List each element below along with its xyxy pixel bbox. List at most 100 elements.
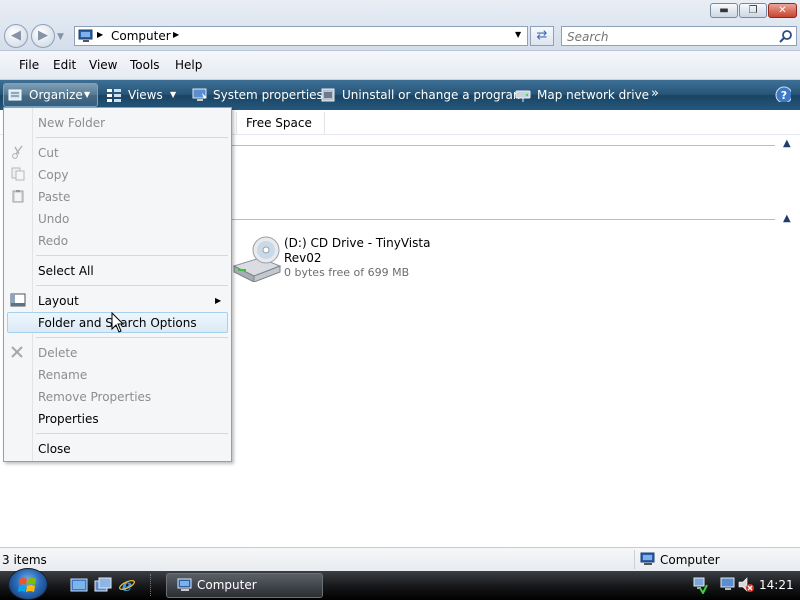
menu-file[interactable]: File <box>19 58 39 72</box>
start-button[interactable] <box>8 568 48 600</box>
menu-remove-properties[interactable]: Remove Properties <box>38 390 151 404</box>
organize-menu: New Folder Cut Copy Paste Undo Redo Sele… <box>3 107 232 462</box>
menu-paste[interactable]: Paste <box>38 190 70 204</box>
status-divider <box>634 550 635 569</box>
organize-dropdown-icon: ▼ <box>84 90 91 99</box>
column-divider <box>236 112 237 134</box>
help-icon[interactable]: ? <box>775 86 791 102</box>
network-icon[interactable] <box>692 577 708 594</box>
group-divider-line <box>232 145 775 146</box>
breadcrumb-computer[interactable]: Computer <box>111 29 171 43</box>
monitor-tray-icon[interactable] <box>720 576 736 593</box>
refresh-icon: ⇄ <box>536 28 548 43</box>
menu-undo[interactable]: Undo <box>38 212 69 226</box>
computer-icon <box>640 552 655 565</box>
taskbar-clock[interactable]: 14:21 <box>759 578 794 592</box>
taskbar-window-computer[interactable]: Computer <box>166 573 323 598</box>
group-divider-line <box>232 219 775 220</box>
status-location: Computer <box>660 553 720 567</box>
mouse-cursor-icon <box>111 312 125 333</box>
uninstall-program-button[interactable]: Uninstall or change a program <box>342 88 525 102</box>
column-divider <box>324 112 325 134</box>
collapse-group-icon[interactable]: ▲ <box>783 138 791 149</box>
uninstall-program-icon <box>321 88 335 102</box>
system-properties-icon <box>192 88 207 101</box>
show-desktop-icon[interactable] <box>70 577 88 594</box>
item-count: 3 items <box>2 553 47 567</box>
search-icon[interactable] <box>779 29 793 43</box>
close-icon: ✕ <box>778 5 787 16</box>
menu-redo[interactable]: Redo <box>38 234 68 248</box>
menu-view[interactable]: View <box>89 58 117 72</box>
forward-arrow-icon: ▶ <box>38 28 48 43</box>
menu-new-folder[interactable]: New Folder <box>38 116 105 130</box>
menu-copy[interactable]: Copy <box>38 168 68 182</box>
refresh-button[interactable]: ⇄ <box>530 26 554 46</box>
status-bar: 3 items Computer <box>0 547 800 572</box>
menu-select-all[interactable]: Select All <box>38 264 94 278</box>
switch-windows-icon[interactable] <box>94 577 112 594</box>
svg-text:?: ? <box>781 89 787 102</box>
menu-separator <box>36 433 228 434</box>
taskbar-grip <box>150 574 154 596</box>
menu-edit[interactable]: Edit <box>53 58 76 72</box>
back-button[interactable]: ◀ <box>4 24 28 48</box>
maximize-button[interactable]: ❐ <box>739 3 767 18</box>
organize-icon <box>8 89 22 101</box>
windows-start-orb <box>18 578 36 592</box>
cd-drive-icon <box>232 236 282 282</box>
organize-label: Organize <box>29 88 83 102</box>
menu-delete[interactable]: Delete <box>38 346 77 360</box>
breadcrumb-expand-icon[interactable]: ▶ <box>173 30 179 39</box>
drive-name: (D:) CD Drive - TinyVista <box>284 236 431 250</box>
computer-icon <box>177 578 192 591</box>
maximize-icon: ❐ <box>748 5 758 16</box>
back-arrow-icon: ◀ <box>11 28 21 43</box>
drive-label-line2: Rev02 <box>284 251 322 265</box>
menu-close[interactable]: Close <box>38 442 71 456</box>
map-network-drive-button[interactable]: Map network drive <box>537 88 649 102</box>
views-dropdown-icon[interactable]: ▼ <box>170 90 176 99</box>
drive-item-cd[interactable]: (D:) CD Drive - TinyVista Rev02 0 bytes … <box>230 234 430 284</box>
internet-explorer-icon[interactable]: e <box>118 576 136 594</box>
system-properties-button[interactable]: System properties <box>213 88 323 102</box>
menu-layout[interactable]: Layout <box>38 294 79 308</box>
svg-text:e: e <box>122 576 132 594</box>
menu-help[interactable]: Help <box>175 58 202 72</box>
drive-free-space: 0 bytes free of 699 MB <box>284 266 410 279</box>
menu-gutter <box>32 108 33 461</box>
more-commands-button[interactable]: » <box>651 86 659 101</box>
command-bar: Organize ▼ Views ▼ System properties Uni… <box>0 80 800 110</box>
menu-separator <box>36 255 228 256</box>
recent-pages-dropdown[interactable]: ▼ <box>57 32 67 42</box>
address-bar[interactable]: ▶ Computer ▶ ▼ <box>74 26 528 46</box>
address-dropdown-icon[interactable]: ▼ <box>515 30 521 39</box>
menu-tools[interactable]: Tools <box>130 58 160 72</box>
volume-muted-icon[interactable] <box>737 576 755 593</box>
menu-properties[interactable]: Properties <box>38 412 99 426</box>
column-free-space[interactable]: Free Space <box>246 116 312 130</box>
menu-separator <box>36 337 228 338</box>
forward-button[interactable]: ▶ <box>31 24 55 48</box>
close-button[interactable]: ✕ <box>768 3 797 18</box>
paste-icon <box>12 190 24 203</box>
views-icon <box>107 89 121 102</box>
minimize-button[interactable]: ▬ <box>710 3 738 18</box>
search-box[interactable] <box>561 26 797 46</box>
organize-button[interactable]: Organize ▼ <box>3 83 98 107</box>
scissors-icon <box>12 145 23 159</box>
views-button[interactable]: Views <box>128 88 163 102</box>
layout-icon <box>10 293 26 307</box>
search-input[interactable] <box>565 28 769 46</box>
taskbar-window-label: Computer <box>197 578 257 592</box>
menu-rename[interactable]: Rename <box>38 368 87 382</box>
computer-icon <box>78 29 93 42</box>
menu-bar: File Edit View Tools Help <box>0 51 800 80</box>
collapse-group-icon[interactable]: ▲ <box>783 213 791 224</box>
submenu-arrow-icon: ▶ <box>215 296 222 305</box>
menu-separator <box>36 137 228 138</box>
taskbar: e 14:21 <box>0 571 800 600</box>
delete-x-icon <box>11 346 23 358</box>
map-network-drive-icon <box>515 90 531 102</box>
menu-cut[interactable]: Cut <box>38 146 59 160</box>
